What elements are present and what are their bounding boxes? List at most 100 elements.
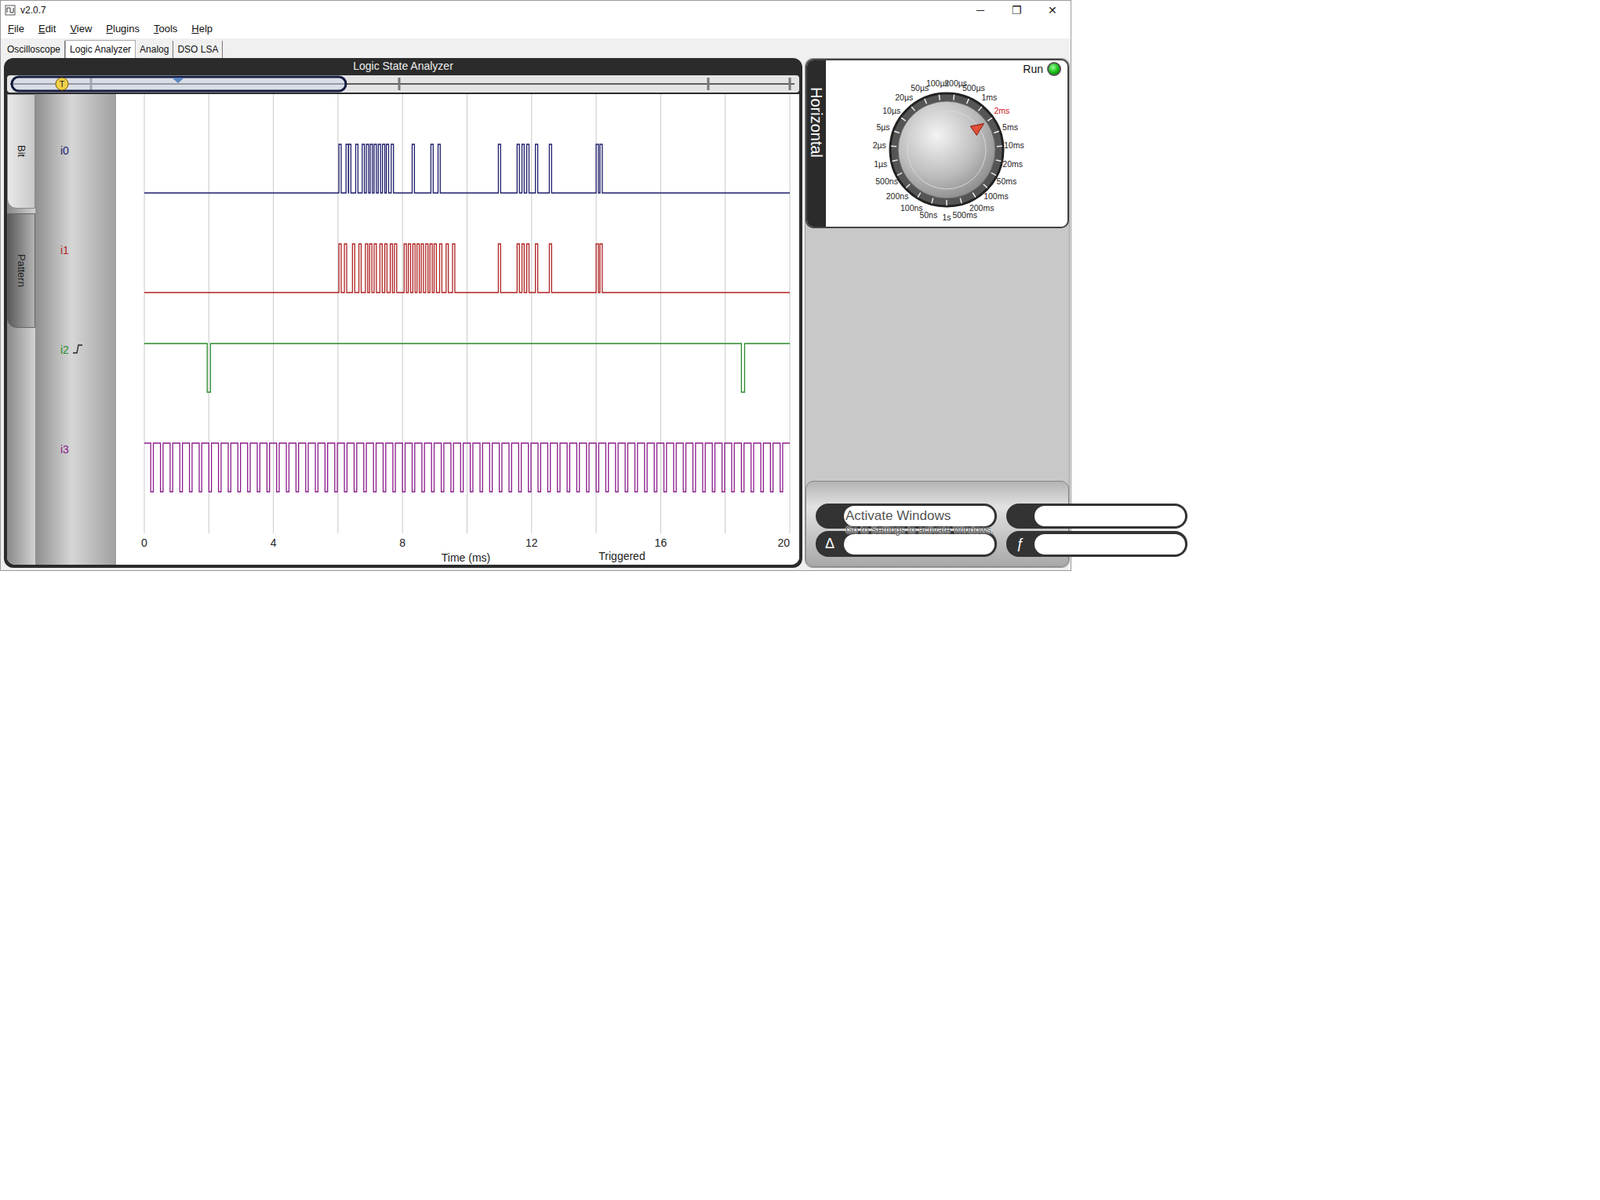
- menu-item[interactable]: File: [0, 19, 32, 39]
- strip-tick: [398, 77, 401, 91]
- trigger-status: Triggered: [598, 549, 645, 563]
- timebase-label[interactable]: 1µs: [873, 159, 888, 169]
- readout-value[interactable]: [1034, 534, 1186, 555]
- knob-tick: [897, 172, 902, 175]
- strip-background: [7, 75, 800, 93]
- timebase-label[interactable]: 50ms: [996, 176, 1018, 186]
- knob-tick: [978, 106, 982, 111]
- horizontal-label: Horizontal: [807, 60, 826, 227]
- timebase-label[interactable]: 100ns: [900, 203, 924, 213]
- timebase-label[interactable]: 2µs: [872, 140, 887, 150]
- channel-trace: [144, 443, 790, 492]
- timebase-label[interactable]: 500µs: [962, 83, 986, 93]
- readout-field: ƒ: [1006, 530, 1188, 557]
- watermark-hint: Go to Settings to activate Windows.: [845, 523, 994, 537]
- overview-strip-graphic[interactable]: T: [7, 73, 800, 95]
- waveform-plot: 048121620Time (ms)Triggered: [116, 94, 800, 565]
- restore-button[interactable]: ❐: [998, 0, 1035, 20]
- menu-item[interactable]: Edit: [31, 19, 63, 39]
- timebase-label[interactable]: 200ns: [886, 191, 910, 201]
- timebase-label[interactable]: 500ms: [952, 210, 978, 220]
- timebase-label[interactable]: 100ms: [983, 191, 1009, 201]
- grid-line: [466, 94, 468, 534]
- knob-tick: [917, 192, 921, 198]
- channel-row: i0: [35, 141, 117, 241]
- timebase-label[interactable]: 1s: [941, 212, 951, 222]
- timebase-knob-box: 50ns100ns200ns500ns1µs2µs5µs10µs20µs50µs…: [825, 77, 1068, 227]
- knob-face[interactable]: [898, 101, 996, 199]
- menu-item[interactable]: Tools: [146, 19, 185, 39]
- readout-field: [1006, 503, 1188, 529]
- rising-edge-line: [72, 345, 83, 353]
- knob-tick: [905, 184, 910, 189]
- knob-tick: [894, 130, 900, 133]
- knob-tick: [972, 192, 976, 198]
- run-row: Run: [825, 60, 1068, 78]
- knob-tick: [901, 117, 906, 121]
- readout-field: Δ: [815, 530, 997, 557]
- knob-tick: [960, 198, 962, 204]
- channel-label[interactable]: i3: [60, 440, 70, 459]
- knob-tick: [983, 184, 988, 189]
- axis-tick-label: 0: [141, 536, 148, 550]
- readout-field: [815, 503, 997, 529]
- close-button[interactable]: ✕: [1034, 0, 1071, 20]
- strip-tick: [707, 77, 710, 91]
- channel-row: i2: [35, 340, 117, 440]
- channel-trace: [144, 243, 790, 293]
- channel-label[interactable]: i2: [60, 340, 70, 360]
- app-icon-wave: [7, 7, 14, 13]
- tab[interactable]: DSO LSA: [173, 40, 223, 59]
- timebase-label[interactable]: 5ms: [1002, 122, 1019, 132]
- menu-item[interactable]: View: [62, 19, 99, 39]
- timebase-knob[interactable]: 50ns100ns200ns500ns1µs2µs5µs10µs20µs50µs…: [829, 77, 1065, 227]
- knob-tick: [996, 145, 1003, 147]
- title-bar: v2.0.7─❐✕: [0, 0, 1071, 20]
- axis-tick-label: 12: [525, 536, 539, 550]
- grid-line: [272, 94, 274, 534]
- timebase-label[interactable]: 10ms: [1003, 140, 1025, 150]
- view-window[interactable]: [11, 76, 346, 91]
- timebase-label[interactable]: 2ms: [993, 105, 1010, 116]
- timebase-label[interactable]: 20ms: [1002, 159, 1023, 169]
- channel-labels: i0 i1 i2 i3: [35, 94, 117, 565]
- view-tab[interactable]: Bit: [7, 94, 36, 209]
- overview-strip[interactable]: T: [7, 73, 800, 95]
- tab[interactable]: Logic Analyzer: [65, 40, 136, 59]
- view-tab[interactable]: Pattern: [7, 213, 36, 328]
- knob-pointer-icon[interactable]: [970, 123, 984, 136]
- axis-tick-label: 8: [399, 536, 406, 550]
- timebase-label[interactable]: 500ns: [875, 176, 899, 186]
- readout-value[interactable]: [843, 534, 995, 555]
- channel-label[interactable]: i1: [60, 240, 70, 260]
- horizontal-card: Horizontal Run 50ns100ns200ns500ns1µs2µs…: [805, 58, 1070, 229]
- readout-value[interactable]: [1034, 505, 1186, 527]
- horizontal-body: Run 50ns100ns200ns500ns1µs2µs5µs10µs20µs…: [825, 60, 1068, 227]
- run-indicator[interactable]: [1047, 61, 1062, 77]
- channel-label[interactable]: i0: [60, 141, 70, 160]
- timebase-label[interactable]: 1ms: [981, 92, 997, 102]
- tab[interactable]: Analog: [135, 40, 174, 59]
- knob-tick: [996, 160, 1002, 161]
- rising-edge-icon[interactable]: [72, 343, 84, 355]
- knob-tick: [911, 106, 915, 111]
- menu-item[interactable]: Plugins: [98, 19, 147, 39]
- minimize-button[interactable]: ─: [962, 0, 999, 20]
- readout-value[interactable]: [843, 505, 995, 527]
- menu-item[interactable]: Help: [184, 19, 220, 39]
- app-icon-frame: [5, 5, 15, 15]
- app-window: v2.0.7─❐✕ FileEditViewPluginsToolsHelp O…: [0, 0, 1072, 571]
- knob-tick: [924, 98, 928, 104]
- knob-tick: [966, 98, 969, 104]
- grid-line: [144, 94, 146, 534]
- trigger-marker-icon: [55, 77, 69, 91]
- tab[interactable]: Oscilloscope: [3, 40, 66, 59]
- knob-tick: [945, 200, 948, 206]
- panel-title: Logic State Analyzer: [7, 58, 800, 74]
- timebase-label[interactable]: 5µs: [876, 122, 890, 132]
- trigger-marker-label: T: [59, 79, 66, 89]
- knob-tick: [993, 130, 1000, 133]
- readout-label: Δ: [815, 533, 844, 555]
- timebase-label[interactable]: 10µs: [882, 105, 901, 116]
- timebase-label[interactable]: 20µs: [894, 92, 913, 102]
